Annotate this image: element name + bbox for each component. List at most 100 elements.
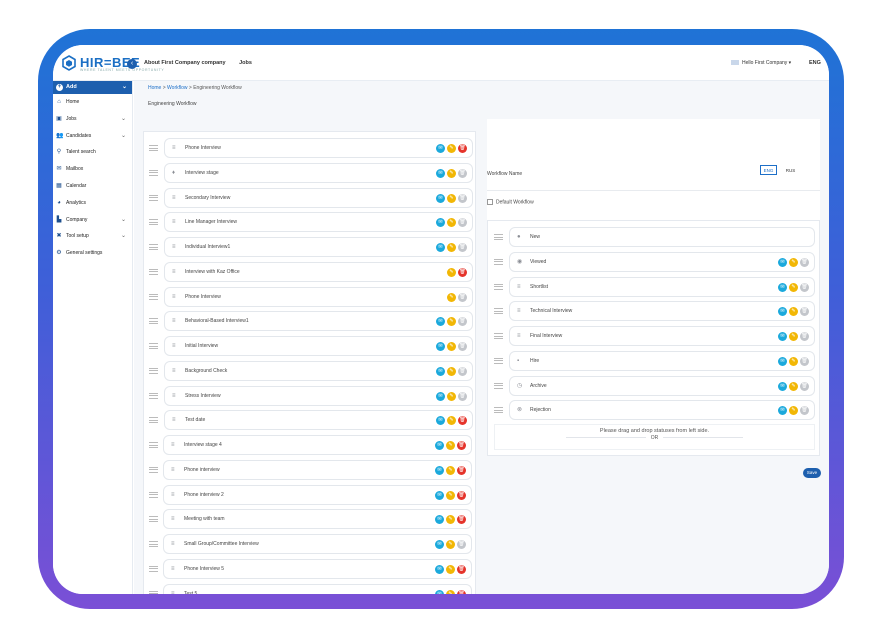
status-item[interactable]: ≡ Phone Interview ✉ ✎ 🗑 <box>164 138 473 158</box>
sidebar-item-home[interactable]: ⌂ Home <box>53 94 132 111</box>
sidebar-item-tool-setup[interactable]: ✖ Tool setup ⌄ <box>53 228 132 245</box>
edit-button[interactable]: ✎ <box>446 441 455 450</box>
edit-button[interactable]: ✎ <box>447 317 456 327</box>
email-template-button[interactable]: ✉ <box>436 218 445 228</box>
status-item[interactable]: ≡ Interview stage 4 ✉ ✎ 🗑 <box>163 435 472 455</box>
save-button[interactable]: Save <box>803 468 821 478</box>
edit-button[interactable]: ✎ <box>789 282 798 292</box>
email-template-button[interactable]: ✉ <box>778 307 787 317</box>
email-template-button[interactable]: ✉ <box>435 441 444 450</box>
status-item[interactable]: ≡ Interview with Kaz Office ✎ 🗑 <box>164 261 473 282</box>
drag-handle-icon[interactable] <box>149 491 158 500</box>
status-item[interactable]: ≡ Stress Interview ✉ ✎ 🗑 <box>164 385 473 406</box>
status-item[interactable]: ≡ Initial Interview ✉ ✎ 🗑 <box>164 336 473 356</box>
edit-button[interactable]: ✎ <box>447 416 456 426</box>
email-template-button[interactable]: ✉ <box>435 515 444 525</box>
delete-button[interactable]: 🗑 <box>457 490 466 500</box>
drag-handle-icon[interactable] <box>149 194 158 203</box>
edit-button[interactable]: ✎ <box>447 292 456 302</box>
email-template-button[interactable]: ✉ <box>435 490 444 500</box>
drag-handle-icon[interactable] <box>494 382 503 391</box>
drag-handle-icon[interactable] <box>494 407 503 415</box>
status-item[interactable]: ≡ Technical Interview ✉ ✎ 🗑 <box>509 301 815 322</box>
nav-about-company[interactable]: About First Company company <box>144 60 226 66</box>
drag-handle-icon[interactable] <box>149 442 158 450</box>
language-tab-1[interactable]: RUS <box>782 166 799 176</box>
user-menu[interactable]: Hello First Company ▾ <box>731 60 791 66</box>
email-template-button[interactable]: ✉ <box>435 564 444 574</box>
drag-handle-icon[interactable] <box>149 466 158 475</box>
email-template-button[interactable]: ✉ <box>436 193 445 203</box>
sidebar-item-calendar[interactable]: ▦ Calendar <box>53 178 132 195</box>
nav-jobs[interactable]: Jobs <box>239 60 252 66</box>
default-workflow-checkbox[interactable] <box>487 199 493 205</box>
status-item[interactable]: ≡ Behavioral-Based Interview1 ✉ ✎ 🗑 <box>164 311 473 332</box>
drag-handle-icon[interactable] <box>494 308 503 316</box>
delete-button[interactable]: 🗑 <box>458 267 467 277</box>
status-item[interactable]: ≡ Phone Interview 5 ✉ ✎ 🗑 <box>163 558 472 579</box>
email-template-button[interactable]: ✉ <box>778 332 787 341</box>
workflow-statuses-dropzone[interactable]: ● New ◉ Viewed ✉ ✎ 🗑 ≡ Shortlist ✉ ✎ 🗑 ≡ Technical In… <box>487 220 820 456</box>
drag-handle-icon[interactable] <box>149 392 158 401</box>
email-template-button[interactable]: ✉ <box>436 391 445 401</box>
edit-button[interactable]: ✎ <box>447 243 456 252</box>
edit-button[interactable]: ✎ <box>447 193 456 203</box>
status-item[interactable]: ◷ Archive ✉ ✎ 🗑 <box>509 375 815 396</box>
sidebar-item-talent-search[interactable]: ⚲ Talent search <box>53 144 132 161</box>
edit-button[interactable]: ✎ <box>447 267 456 277</box>
edit-button[interactable]: ✎ <box>446 515 455 525</box>
drag-handle-icon[interactable] <box>149 590 158 594</box>
email-template-button[interactable]: ✉ <box>436 168 445 178</box>
workflow-name-input[interactable] <box>487 179 820 191</box>
language-switch[interactable]: ENG <box>809 60 821 66</box>
email-template-button[interactable]: ✉ <box>436 144 445 153</box>
drag-handle-icon[interactable] <box>494 258 503 267</box>
email-template-button[interactable]: ✉ <box>436 342 445 351</box>
status-item[interactable]: ≡ Phone interview ✉ ✎ 🗑 <box>163 459 472 480</box>
email-template-button[interactable]: ✉ <box>435 540 444 549</box>
status-item[interactable]: ♦ Interview stage ✉ ✎ 🗑 <box>164 162 473 183</box>
edit-button[interactable]: ✎ <box>789 381 798 391</box>
delete-button[interactable]: 🗑 <box>457 465 466 475</box>
edit-button[interactable]: ✎ <box>789 356 798 366</box>
status-item[interactable]: ≡ Shortlist ✉ ✎ 🗑 <box>509 276 815 297</box>
drag-handle-icon[interactable] <box>149 293 158 302</box>
delete-button[interactable]: 🗑 <box>458 416 467 426</box>
drag-handle-icon[interactable] <box>149 516 158 524</box>
edit-button[interactable]: ✎ <box>447 218 456 228</box>
drag-handle-icon[interactable] <box>149 145 158 153</box>
drag-handle-icon[interactable] <box>149 219 158 227</box>
status-item[interactable]: ≡ Background Check ✉ ✎ 🗑 <box>164 360 473 381</box>
drag-handle-icon[interactable] <box>494 283 503 292</box>
drag-handle-icon[interactable] <box>149 169 158 178</box>
sidebar-item-general-settings[interactable]: ⚙ General settings <box>53 245 132 262</box>
edit-button[interactable]: ✎ <box>789 257 798 267</box>
status-item[interactable]: ≡ Final Interview ✉ ✎ 🗑 <box>509 326 815 346</box>
edit-button[interactable]: ✎ <box>789 406 798 416</box>
edit-button[interactable]: ✎ <box>446 589 455 594</box>
delete-button[interactable]: 🗑 <box>457 564 466 574</box>
edit-button[interactable]: ✎ <box>447 366 456 376</box>
email-template-button[interactable]: ✉ <box>436 416 445 426</box>
default-workflow-option[interactable]: Default Workflow <box>487 199 534 205</box>
status-item[interactable]: ≡ Phone interview 2 ✉ ✎ 🗑 <box>163 484 472 505</box>
sidebar-item-company[interactable]: ▙ Company ⌄ <box>53 212 132 229</box>
drag-handle-icon[interactable] <box>149 268 158 277</box>
status-item[interactable]: ≡ Meeting with team ✉ ✎ 🗑 <box>163 509 472 530</box>
sidebar-item-jobs[interactable]: ▣ Jobs ⌄ <box>53 111 132 128</box>
drag-handle-icon[interactable] <box>149 244 158 252</box>
drag-handle-icon[interactable] <box>494 357 503 366</box>
drag-handle-icon[interactable] <box>149 417 158 425</box>
status-item[interactable]: ≡ Individual Interview1 ✉ ✎ 🗑 <box>164 237 473 257</box>
edit-button[interactable]: ✎ <box>789 307 798 317</box>
drag-handle-icon[interactable] <box>494 234 503 242</box>
email-template-button[interactable]: ✉ <box>778 282 787 292</box>
delete-button[interactable]: 🗑 <box>457 515 466 525</box>
status-item[interactable]: ● New <box>509 227 815 247</box>
drag-handle-icon[interactable] <box>149 565 158 574</box>
sidebar-add-button[interactable]: + Add ⌄ <box>53 81 132 94</box>
email-template-button[interactable]: ✉ <box>778 381 787 391</box>
sidebar-item-analytics[interactable]: ◕ Analytics <box>53 195 132 212</box>
email-template-button[interactable]: ✉ <box>435 589 444 594</box>
edit-button[interactable]: ✎ <box>447 144 456 153</box>
